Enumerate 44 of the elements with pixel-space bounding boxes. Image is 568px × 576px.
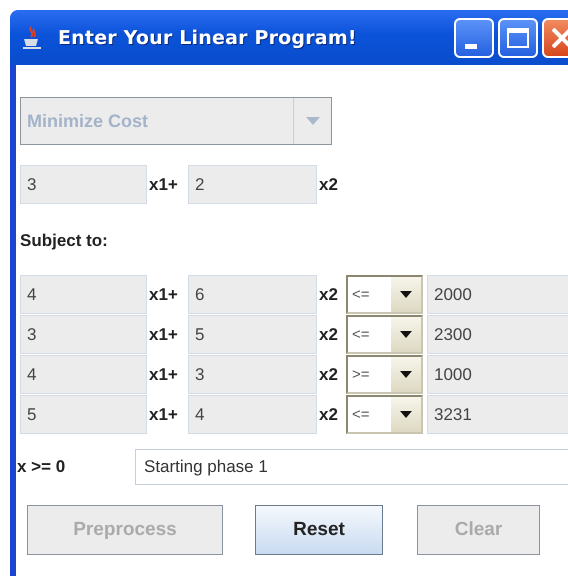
coefficient-field[interactable]: 5 — [20, 395, 147, 434]
maximize-icon — [507, 28, 529, 48]
term-label: x2 — [318, 284, 339, 304]
minimize-icon — [465, 44, 477, 48]
relation-dropdown[interactable]: <= — [346, 275, 423, 314]
value-field[interactable]: 1000 — [427, 355, 568, 394]
coefficient-field[interactable]: 4 — [20, 275, 147, 314]
close-icon — [552, 28, 568, 48]
coefficient-field[interactable]: 4 — [188, 395, 317, 434]
term-label: x1+ — [148, 284, 179, 304]
coefficient-field[interactable]: 6 — [188, 275, 317, 314]
relation-dropdown[interactable]: <= — [346, 315, 423, 354]
value-field[interactable]: 3231 — [427, 395, 568, 434]
value-field[interactable]: 2000 — [427, 275, 568, 314]
term-label: x2 — [318, 364, 339, 384]
minimize-button[interactable] — [454, 18, 494, 58]
coefficient-field[interactable]: 3 — [188, 355, 317, 394]
term-label: x2 — [318, 404, 339, 424]
caret-icon — [400, 370, 412, 378]
term-label: x2 — [318, 174, 339, 194]
relation-dropdown[interactable]: >= — [346, 355, 423, 394]
term-label: x1+ — [148, 404, 179, 424]
term-label: x2 — [318, 324, 339, 344]
caret-icon — [400, 410, 412, 418]
window-title: Enter Your Linear Program! — [58, 26, 357, 48]
section-label: Subject to: — [20, 231, 108, 251]
action-button[interactable]: Reset — [255, 505, 383, 555]
coefficient-field[interactable]: 5 — [188, 315, 317, 354]
value-field[interactable]: 2300 — [427, 315, 568, 354]
coefficient-field[interactable]: 3 — [20, 315, 147, 354]
term-label: x1+ — [148, 174, 179, 194]
coefficient-field[interactable]: 3 — [20, 165, 147, 204]
caret-icon — [400, 330, 412, 338]
caret-icon — [400, 290, 412, 298]
maximize-button[interactable] — [498, 18, 538, 58]
status-field: Starting phase 1 — [135, 449, 568, 485]
term-label: x1+ — [148, 324, 179, 344]
coefficient-field[interactable]: 4 — [20, 355, 147, 394]
coefficient-field[interactable]: 2 — [188, 165, 317, 204]
constraint-label: x >= 0 — [17, 457, 66, 477]
relation-dropdown[interactable]: <= — [346, 395, 423, 434]
java-cup-icon — [22, 26, 42, 50]
term-label: x1+ — [148, 364, 179, 384]
caret-icon — [304, 116, 320, 126]
